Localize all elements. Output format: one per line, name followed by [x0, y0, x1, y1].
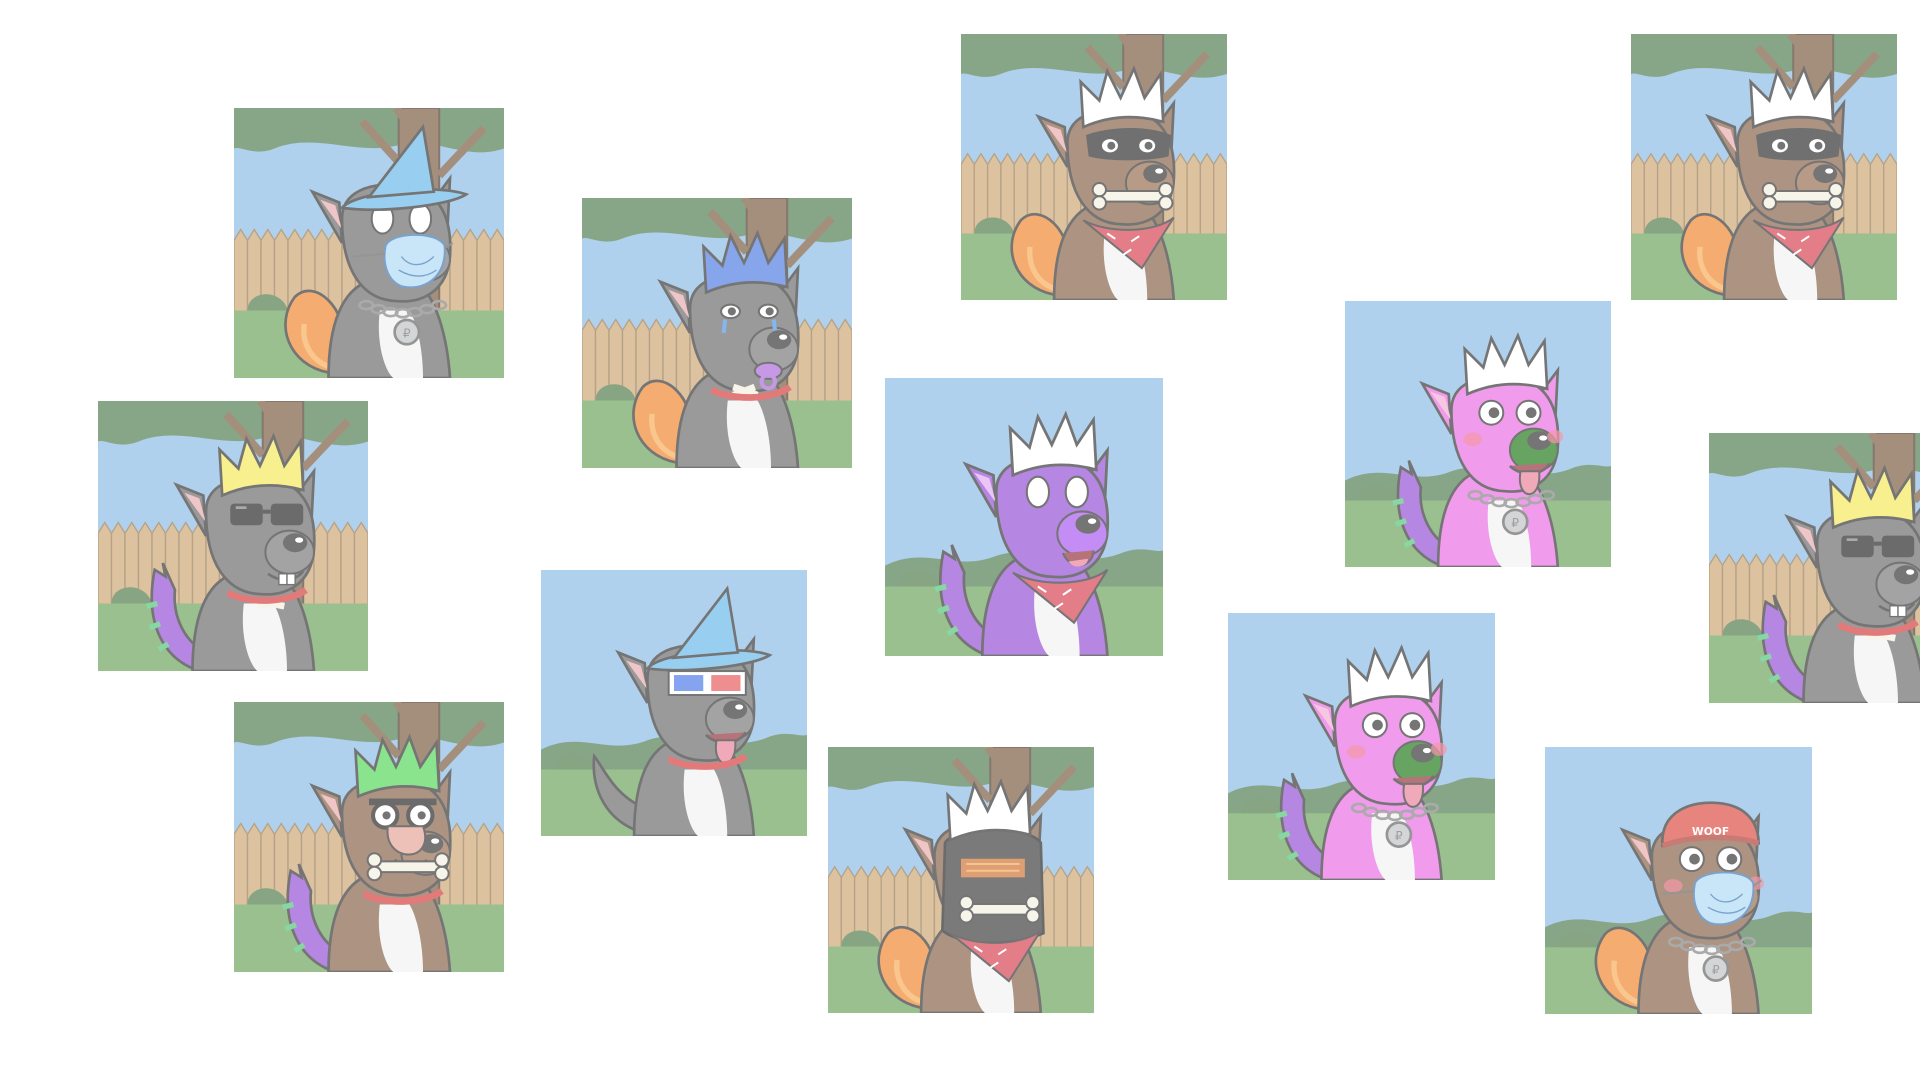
dog-illustration: [1709, 433, 1920, 703]
dog-art-tile: [234, 702, 504, 972]
dog-art-tile: [961, 34, 1227, 300]
dog-art-tile: [98, 401, 368, 671]
dog-art-tile: ₽: [1228, 613, 1495, 880]
dog-illustration: [1631, 34, 1897, 300]
dog-art-tile: [541, 570, 807, 836]
svg-text:₽: ₽: [1712, 963, 1720, 977]
dog-illustration: [541, 570, 807, 836]
dog-illustration: ₽: [1345, 301, 1611, 567]
nft-collage: ₽ ₽ ₽ ₽ WOOF: [0, 0, 1920, 1080]
dog-illustration: [234, 702, 504, 972]
dog-art-tile: ₽ WOOF: [1545, 747, 1812, 1014]
svg-text:₽: ₽: [1511, 516, 1519, 530]
dog-art-tile: ₽: [1345, 301, 1611, 567]
dog-art-tile: ₽: [234, 108, 504, 378]
dog-illustration: [885, 378, 1163, 656]
dog-illustration: ₽: [234, 108, 504, 378]
dog-art-tile: [582, 198, 852, 468]
dog-illustration: [961, 34, 1227, 300]
dog-illustration: [828, 747, 1094, 1013]
dog-illustration: ₽ WOOF: [1545, 747, 1812, 1014]
svg-text:₽: ₽: [403, 327, 411, 341]
dog-art-tile: [828, 747, 1094, 1013]
dog-illustration: [98, 401, 368, 671]
dog-art-tile: [1631, 34, 1897, 300]
dog-art-tile: [1709, 433, 1920, 703]
dog-art-tile: [885, 378, 1163, 656]
dog-illustration: ₽: [1228, 613, 1495, 880]
dog-illustration: [582, 198, 852, 468]
svg-text:₽: ₽: [1395, 829, 1403, 843]
svg-text:WOOF: WOOF: [1692, 825, 1729, 838]
